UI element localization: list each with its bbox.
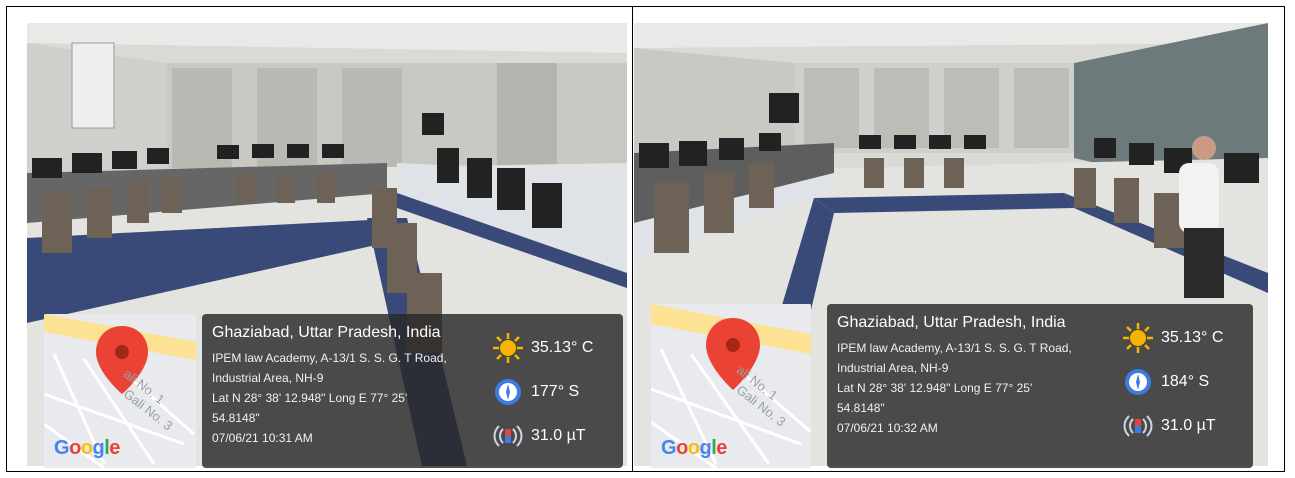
sun-icon: [491, 331, 525, 365]
heading-metric: 177° S: [491, 370, 611, 414]
heading-value: 184° S: [1161, 373, 1210, 390]
google-logo: Google: [661, 437, 727, 459]
map-thumbnail-right: ali No. 1 Gali No. 3 Google: [651, 304, 811, 468]
magnetic-metric: 31.0 µT: [491, 414, 611, 458]
sensor-metrics: 35.13° C 184° S 31.0 µT: [1121, 316, 1241, 448]
magnetic-value: 31.0 µT: [531, 427, 586, 444]
compass-icon: [1121, 365, 1155, 399]
heading-value: 177° S: [531, 383, 580, 400]
heading-metric: 184° S: [1121, 360, 1241, 404]
magnetic-metric: 31.0 µT: [1121, 404, 1241, 448]
geo-info-overlay-left: Ghaziabad, Uttar Pradesh, India IPEM law…: [202, 314, 623, 468]
sensor-metrics: 35.13° C 177° S 31.0 µT: [491, 326, 611, 458]
magnet-field-icon: [491, 419, 525, 453]
compass-icon: [491, 375, 525, 409]
temperature-value: 35.13° C: [1161, 329, 1224, 346]
map-thumbnail-left: ali No. 1 Gali No. 3 Google: [44, 314, 196, 468]
google-logo: Google: [54, 437, 120, 459]
magnetic-value: 31.0 µT: [1161, 417, 1216, 434]
geo-info-overlay-right: Ghaziabad, Uttar Pradesh, India IPEM law…: [827, 304, 1253, 468]
photo-divider: [632, 6, 633, 472]
temperature-metric: 35.13° C: [1121, 316, 1241, 360]
temperature-metric: 35.13° C: [491, 326, 611, 370]
magnet-field-icon: [1121, 409, 1155, 443]
sun-icon: [1121, 321, 1155, 355]
temperature-value: 35.13° C: [531, 339, 594, 356]
